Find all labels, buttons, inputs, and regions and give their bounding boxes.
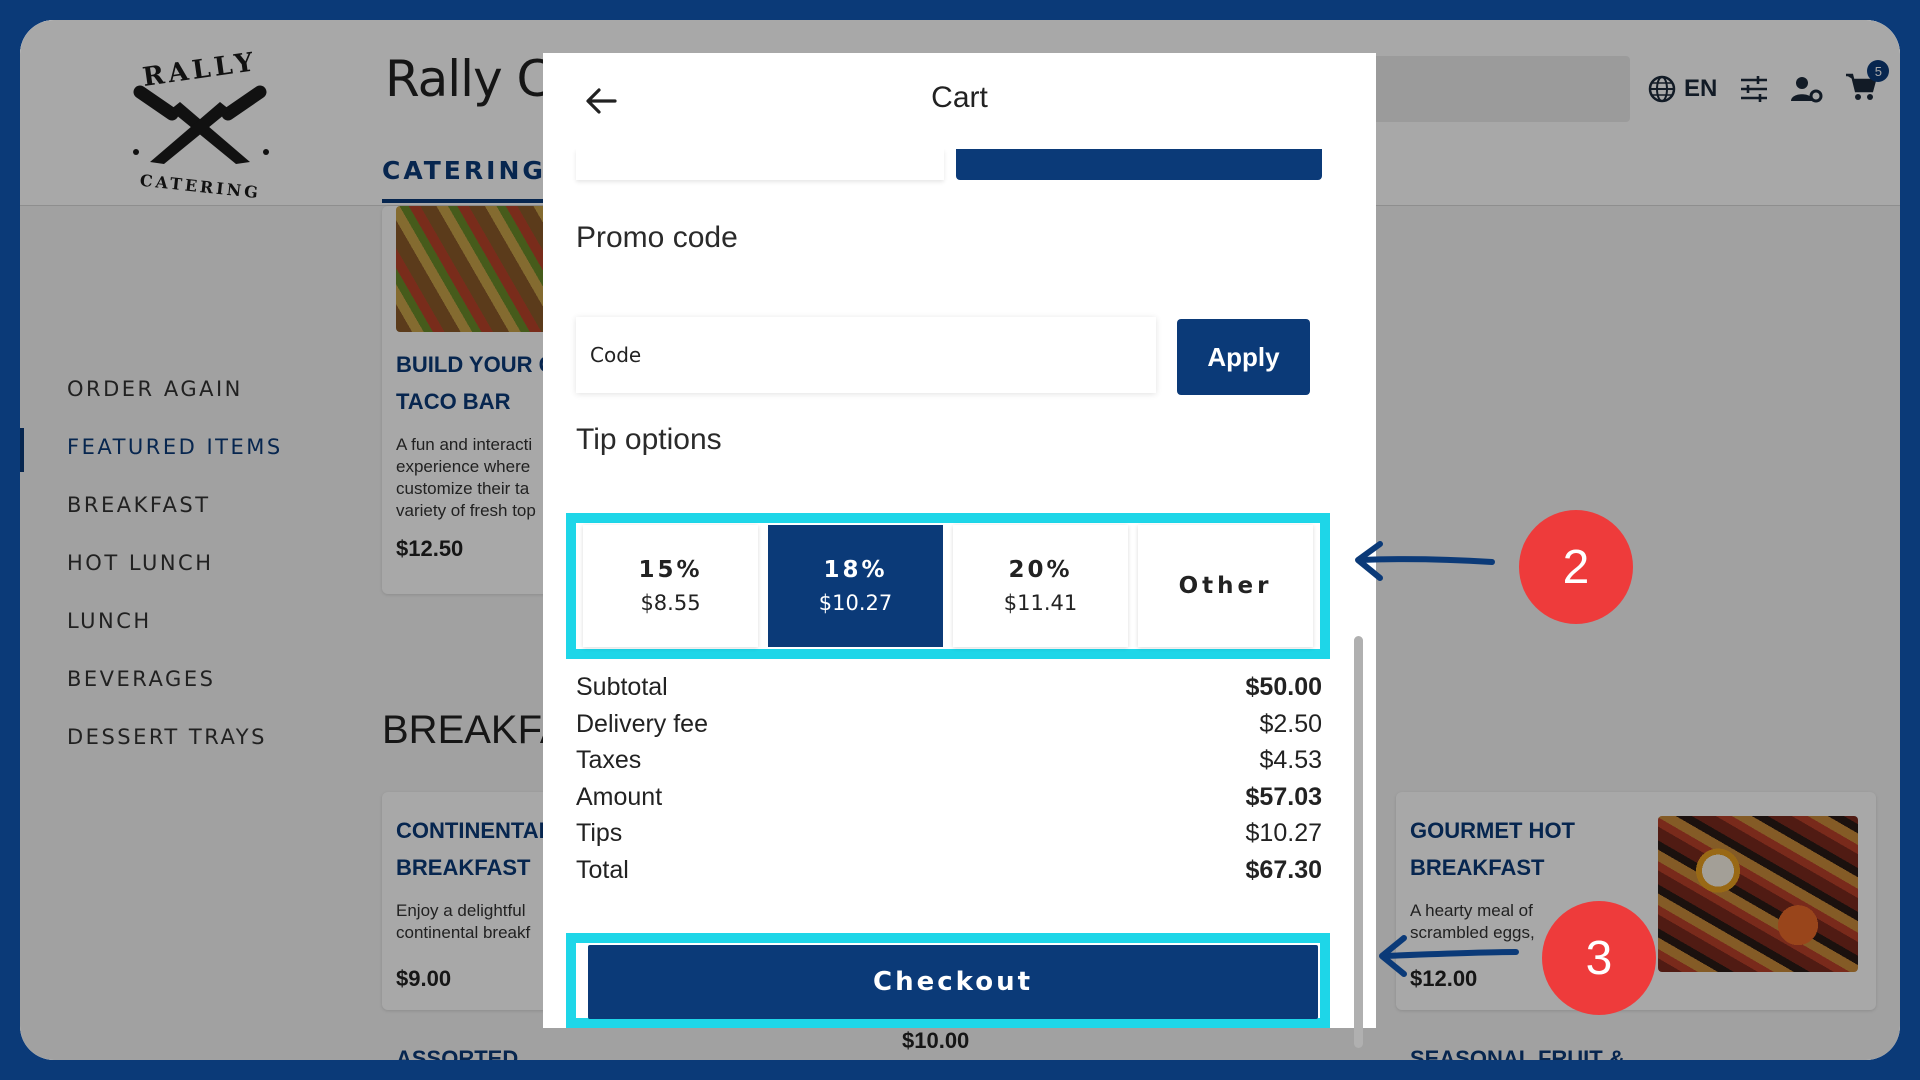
promo-code-heading: Promo code <box>576 221 738 254</box>
step-badge-2: 2 <box>1519 510 1633 624</box>
summary-row-tips: Tips $10.27 <box>576 819 1322 856</box>
summary-row-amount: Amount $57.03 <box>576 783 1322 820</box>
tip-options-heading: Tip options <box>576 423 722 456</box>
summary-row-delivery-fee: Delivery fee $2.50 <box>576 710 1322 747</box>
order-summary: Subtotal $50.00 Delivery fee $2.50 Taxes… <box>576 673 1322 892</box>
summary-value: $57.03 <box>1245 782 1322 811</box>
checkout-button[interactable]: Checkout <box>588 945 1318 1019</box>
summary-label: Subtotal <box>576 673 668 701</box>
summary-row-taxes: Taxes $4.53 <box>576 746 1322 783</box>
summary-value: $67.30 <box>1245 855 1322 884</box>
tip-option-18[interactable]: 18% $10.27 <box>768 525 943 647</box>
summary-label: Amount <box>576 782 663 811</box>
summary-row-subtotal: Subtotal $50.00 <box>576 673 1322 710</box>
tip-percent: 20% <box>1008 557 1073 583</box>
modal-scrollbar[interactable] <box>1354 636 1363 1048</box>
tip-other-label: Other <box>1178 573 1273 599</box>
cart-modal-header: Cart <box>543 53 1376 149</box>
summary-label: Taxes <box>576 746 642 774</box>
step-badge-3: 3 <box>1542 901 1656 1015</box>
tip-amount: $10.27 <box>818 591 893 615</box>
arrow-to-checkout <box>1379 935 1519 977</box>
tip-amount: $8.55 <box>640 591 701 615</box>
summary-label: Tips <box>576 819 623 847</box>
apply-promo-button[interactable]: Apply <box>1177 319 1310 395</box>
summary-label: Delivery fee <box>576 709 708 738</box>
tip-option-other[interactable]: Other <box>1138 525 1313 647</box>
summary-value: $10.27 <box>1245 819 1322 847</box>
tip-options-group: 15% $8.55 18% $10.27 20% $11.41 Other <box>583 525 1313 647</box>
screenshot-frame: RALLY CATERING Rally Ca CATERING EN 5 OR… <box>20 20 1900 1060</box>
summary-value: $50.00 <box>1245 673 1322 701</box>
tip-option-15[interactable]: 15% $8.55 <box>583 525 758 647</box>
summary-row-total: Total $67.30 <box>576 856 1322 893</box>
cart-title: Cart <box>931 81 988 114</box>
cart-modal: Cart Promo code Apply Tip options 15% $8… <box>543 53 1376 1048</box>
summary-value: $2.50 <box>1259 709 1322 738</box>
summary-label: Total <box>576 855 629 884</box>
tip-amount: $11.41 <box>1003 591 1078 615</box>
tip-percent: 18% <box>823 557 888 583</box>
tip-percent: 15% <box>638 557 703 583</box>
promo-code-input[interactable] <box>576 317 1156 393</box>
tip-option-20[interactable]: 20% $11.41 <box>953 525 1128 647</box>
summary-value: $4.53 <box>1259 746 1322 774</box>
arrow-to-tip-options <box>1355 541 1495 581</box>
previous-field[interactable] <box>576 149 944 180</box>
previous-action-button[interactable] <box>956 149 1322 180</box>
